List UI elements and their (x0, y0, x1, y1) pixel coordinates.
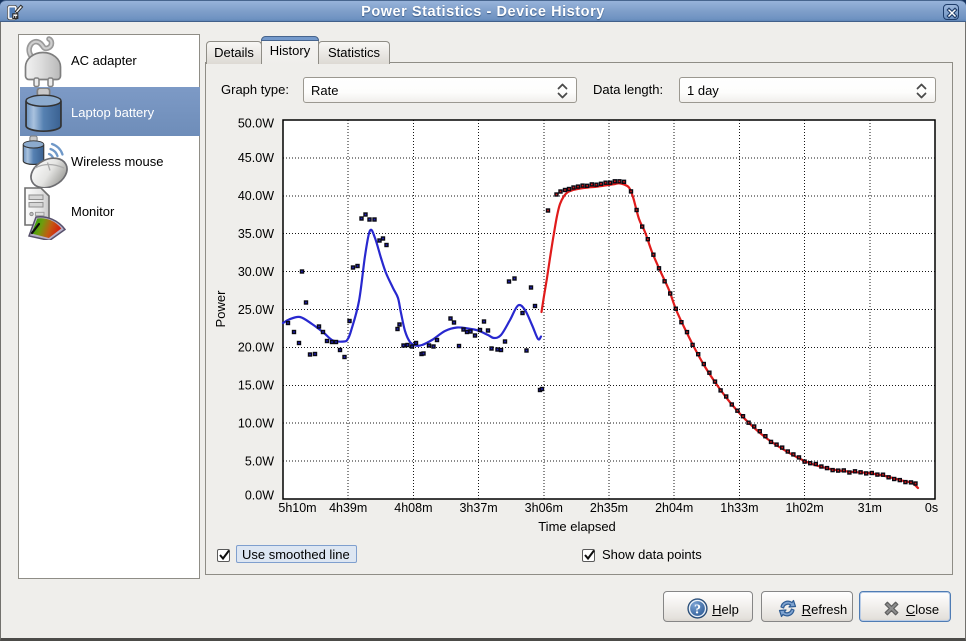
svg-text:50.0W: 50.0W (238, 116, 274, 130)
svg-text:?: ? (694, 602, 701, 617)
svg-text:3h06m: 3h06m (525, 501, 563, 515)
svg-text:1h33m: 1h33m (720, 501, 758, 515)
svg-text:5h10m: 5h10m (278, 501, 316, 515)
svg-text:25.0W: 25.0W (238, 303, 274, 317)
svg-text:35.0W: 35.0W (238, 227, 274, 241)
svg-text:2h35m: 2h35m (590, 501, 628, 515)
svg-text:30.0W: 30.0W (238, 265, 274, 279)
svg-text:15.0W: 15.0W (238, 379, 274, 393)
svg-text:45.0W: 45.0W (238, 151, 274, 165)
svg-text:5.0W: 5.0W (245, 454, 274, 468)
svg-text:31m: 31m (858, 501, 882, 515)
svg-text:20.0W: 20.0W (238, 341, 274, 355)
svg-text:Time elapsed: Time elapsed (538, 519, 616, 534)
svg-text:Power: Power (213, 290, 228, 328)
svg-text:3h37m: 3h37m (459, 501, 497, 515)
svg-text:40.0W: 40.0W (238, 189, 274, 203)
svg-text:4h08m: 4h08m (394, 501, 432, 515)
svg-text:1h02m: 1h02m (785, 501, 823, 515)
svg-text:2h04m: 2h04m (655, 501, 693, 515)
svg-text:10.0W: 10.0W (238, 417, 274, 431)
svg-text:4h39m: 4h39m (329, 501, 367, 515)
svg-text:0.0W: 0.0W (245, 488, 274, 502)
svg-text:0s: 0s (925, 501, 938, 515)
